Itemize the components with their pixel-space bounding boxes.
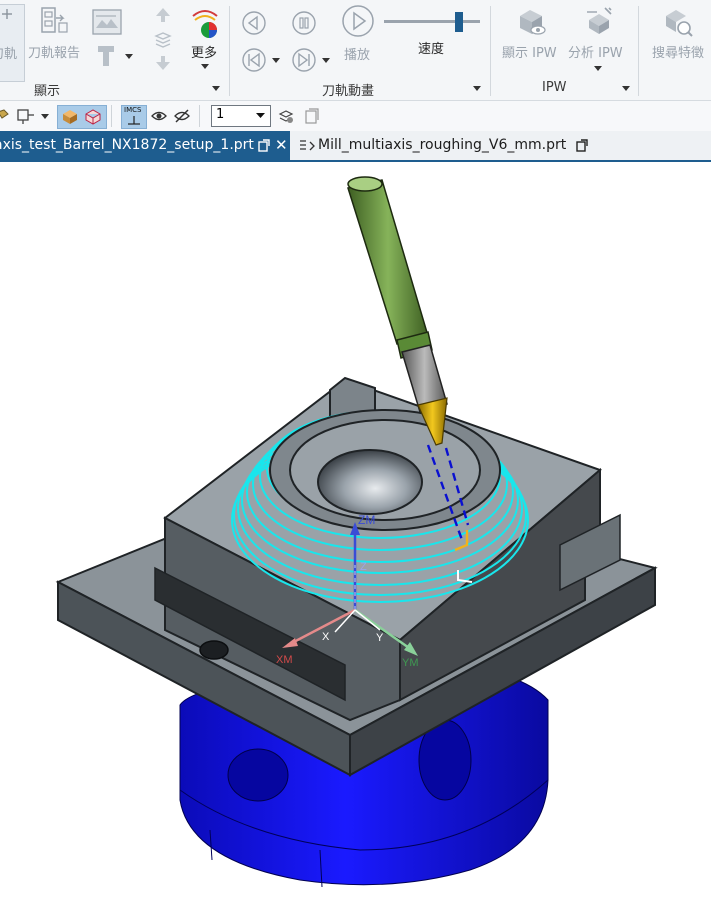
chevron-down-icon (594, 66, 602, 71)
tab-label: Mill_multiaxis_roughing_V6_mm.prt (318, 137, 567, 153)
modified-part-icon (300, 140, 315, 151)
show-ipw-button[interactable]: 顯示 IPW (502, 4, 564, 64)
slider-track (384, 20, 480, 23)
separator (490, 6, 491, 96)
show-ipw-icon (520, 10, 546, 35)
toolpath-report-button[interactable]: 刀軌報告 (26, 4, 86, 64)
ipw-group-label: IPW (542, 80, 567, 95)
tool-icon (98, 46, 114, 66)
more-button[interactable]: 更多 (184, 4, 226, 76)
external-link-icon (258, 139, 270, 152)
pause-icon[interactable] (291, 10, 317, 36)
tool-display-button[interactable] (94, 44, 138, 72)
play-icon[interactable] (341, 4, 375, 38)
search-feature-label: 搜尋特徵 (652, 46, 705, 61)
tab-label: axis_test_Barrel_NX1872_setup_1.prt (0, 137, 254, 153)
imcs-toggle[interactable]: IMCS (121, 105, 147, 129)
layers-icon[interactable] (154, 30, 172, 48)
axis-label-z: Z (360, 561, 367, 573)
separator (199, 105, 200, 127)
skip-end-icon[interactable] (291, 47, 317, 73)
chevron-down-icon[interactable] (322, 58, 330, 64)
document-tabs: axis_test_Barrel_NX1872_setup_1.prt ✕ Mi… (0, 131, 711, 162)
toolpath-label: 刀軌 (0, 47, 18, 62)
separator (229, 6, 230, 96)
arrow-up-icon[interactable] (154, 6, 172, 24)
layer-visibility-icon[interactable] (303, 107, 321, 125)
wireframe-box-icon (85, 109, 101, 125)
imcs-label: IMCS (124, 106, 142, 114)
separator (111, 105, 112, 127)
ribbon: 刀軌 刀軌報告 更多 (0, 0, 711, 101)
graphics-viewport[interactable]: ZM Z X Y XM YM (0, 162, 711, 899)
shaded-box-icon (63, 110, 77, 124)
toolpath-icon (2, 9, 12, 19)
fixture-pocket (227, 748, 289, 802)
axis-label-ym: YM (402, 657, 419, 669)
analyze-ipw-label: 分析 IPW (568, 46, 623, 61)
group-options-icon[interactable] (473, 86, 481, 92)
chevron-down-icon (125, 54, 133, 59)
speed-slider[interactable] (384, 12, 480, 32)
toolpath-button[interactable]: 刀軌 (0, 4, 25, 82)
toolpath-motion-group-label: 刀軌動畫 (322, 84, 375, 99)
display-mode-button[interactable] (90, 6, 124, 40)
point-snap-icon[interactable] (16, 107, 36, 125)
display-group-label: 顯示 (34, 84, 61, 99)
show-hide-icon[interactable] (150, 108, 168, 124)
separator (638, 6, 639, 96)
speed-label: 速度 (418, 42, 445, 57)
slider-thumb[interactable] (455, 12, 463, 32)
axis-label-zm: ZM (358, 513, 375, 527)
layer-select[interactable]: 1 (211, 105, 271, 127)
skip-start-icon[interactable] (241, 47, 267, 73)
analyze-ipw-icon (587, 7, 612, 34)
step-back-icon[interactable] (241, 10, 267, 36)
search-feature-icon (666, 10, 693, 37)
layer-settings-icon[interactable] (277, 107, 295, 125)
group-options-icon[interactable] (622, 86, 630, 92)
search-feature-button[interactable]: 搜尋特徵 (646, 4, 711, 64)
axis-label-y: Y (376, 632, 384, 644)
chevron-down-icon (201, 64, 209, 69)
center-bore (317, 449, 423, 515)
report-icon (41, 7, 68, 33)
arrow-down-icon[interactable] (154, 54, 172, 72)
color-wheel-icon (192, 10, 218, 38)
group-options-icon[interactable] (212, 86, 220, 92)
axis-label-xm: XM (276, 654, 293, 666)
layer-select-value: 1 (216, 107, 225, 122)
external-link-icon (576, 139, 588, 152)
quick-toolbar: IMCS 1 (0, 101, 711, 132)
toolpath-report-label: 刀軌報告 (28, 46, 81, 61)
chevron-down-icon[interactable] (41, 114, 49, 120)
shaded-view-icon (92, 9, 122, 35)
chevron-down-icon (256, 113, 265, 118)
play-label: 播放 (344, 48, 371, 63)
axes-icon (128, 116, 140, 125)
cam-model-scene: ZM Z X Y XM YM (55, 176, 658, 888)
chevron-down-icon[interactable] (272, 58, 280, 64)
more-label: 更多 (191, 46, 218, 61)
axis-label-x: X (322, 631, 330, 643)
analyze-ipw-button[interactable]: 分析 IPW (566, 4, 632, 76)
bolt-hole (199, 640, 229, 660)
hide-icon[interactable] (173, 108, 191, 124)
close-icon[interactable]: ✕ (275, 131, 288, 160)
show-ipw-label: 顯示 IPW (502, 46, 557, 61)
tab-barrel-setup[interactable]: axis_test_Barrel_NX1872_setup_1.prt ✕ (0, 131, 290, 160)
shaded-toggle[interactable] (57, 105, 107, 129)
tab-mill-multiaxis[interactable]: Mill_multiaxis_roughing_V6_mm.prt (294, 131, 594, 160)
snap-icon[interactable] (0, 108, 10, 124)
